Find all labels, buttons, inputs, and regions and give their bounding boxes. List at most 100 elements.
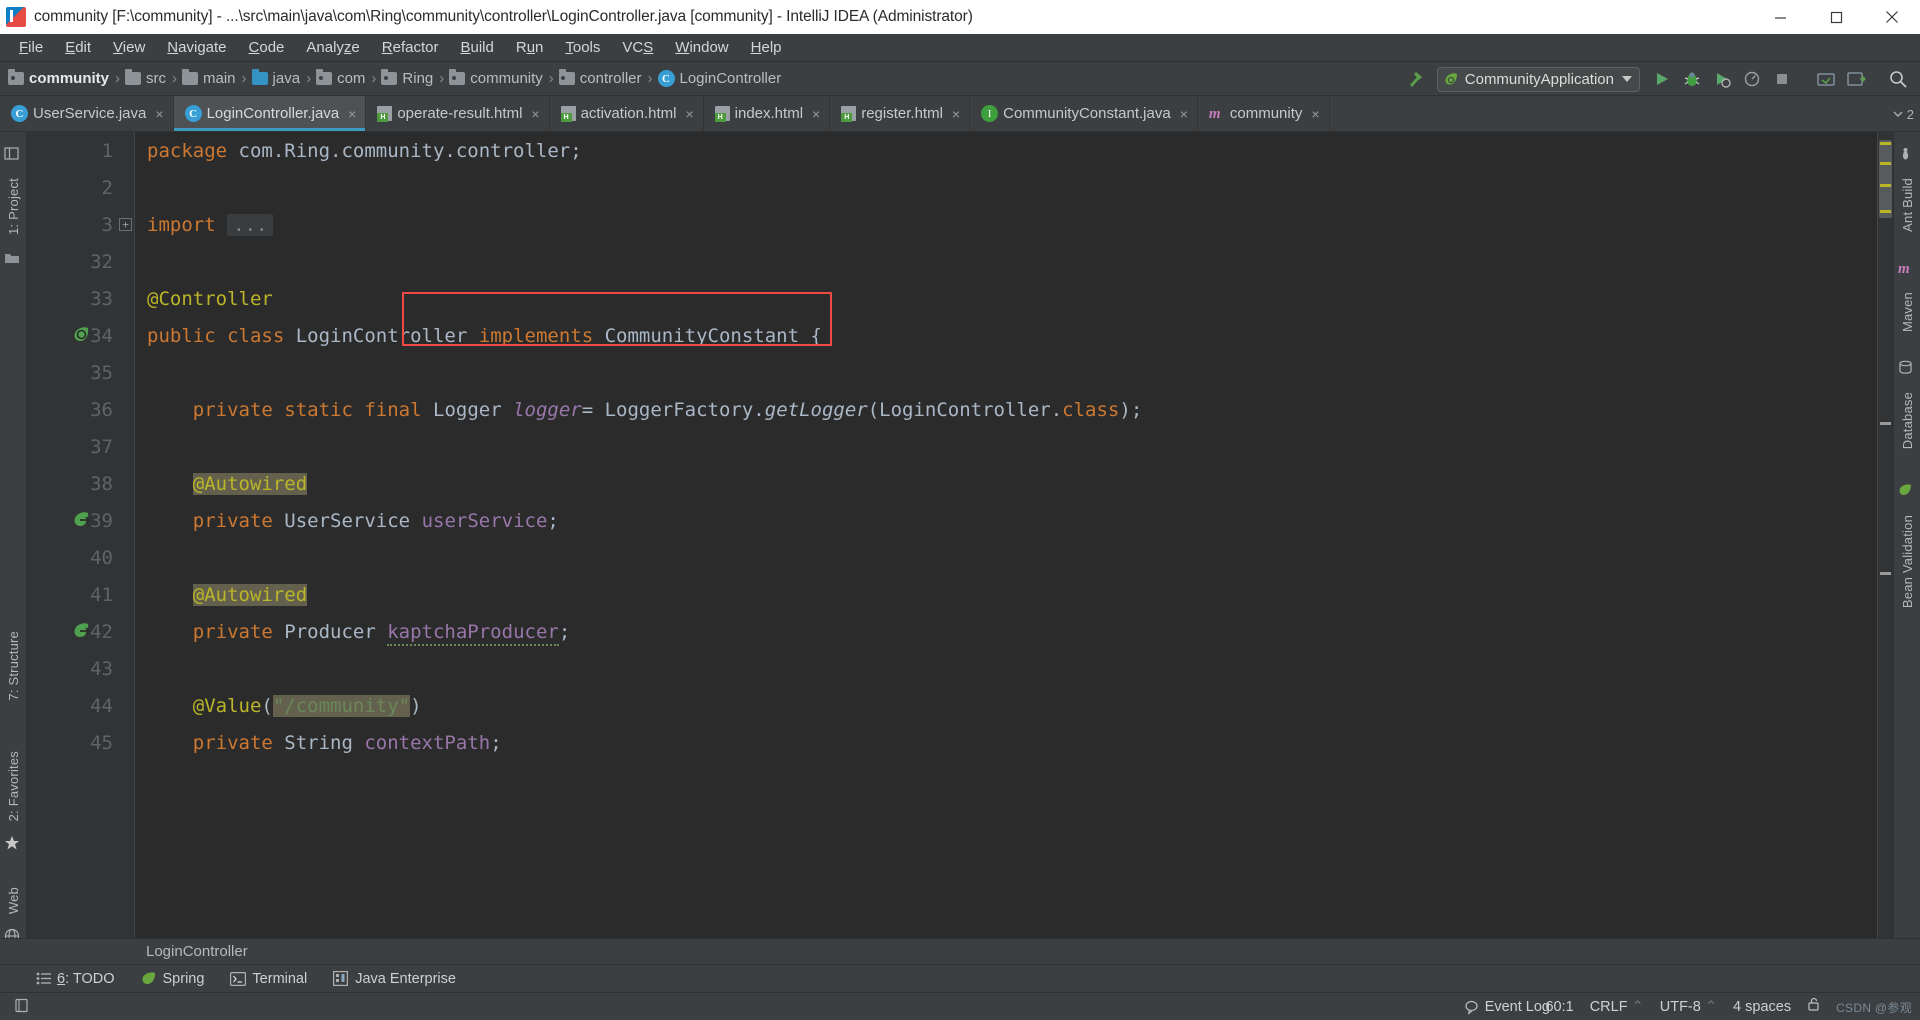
close-icon[interactable]: × — [1180, 107, 1188, 121]
sidebar-item-bean-validation[interactable]: Bean Validation — [1898, 509, 1917, 614]
code-editor[interactable]: 1 package com.Ring.community.controller; 2… — [27, 132, 1877, 964]
breadcrumb-item-src[interactable]: src — [125, 69, 166, 87]
menu-item-file[interactable]: File — [8, 36, 54, 59]
breadcrumb-item-controller[interactable]: controller — [558, 69, 642, 87]
code-line[interactable]: 32 — [90, 243, 1877, 280]
sidebar-item-ant-build[interactable]: Ant Build — [1898, 172, 1917, 238]
line-separator[interactable]: CRLF ⌃ — [1590, 999, 1644, 1015]
code-line[interactable]: 40 — [90, 539, 1877, 576]
coverage-icon[interactable] — [1708, 65, 1736, 93]
ant-icon[interactable] — [1898, 146, 1916, 164]
show-toolwindow-bars-icon[interactable] — [14, 998, 32, 1016]
bottom-bar-item-spring[interactable]: Spring — [141, 971, 204, 987]
menu-item-tools[interactable]: Tools — [554, 36, 611, 59]
folder-icon[interactable] — [4, 251, 22, 269]
breadcrumb-item-ring[interactable]: Ring — [381, 69, 433, 87]
breadcrumb-item-logincontroller[interactable]: C LoginController — [657, 70, 781, 87]
tab-community[interactable]: m community × — [1197, 96, 1330, 131]
breadcrumb-item-java[interactable]: java — [251, 69, 300, 87]
menu-item-refactor[interactable]: Refactor — [371, 36, 450, 59]
code-line[interactable]: 43 — [90, 650, 1877, 687]
code-line[interactable]: 42 private Producer kaptchaProducer; — [74, 613, 1877, 650]
vertical-scroll-thumb[interactable] — [1879, 140, 1892, 218]
vcs-commit-icon[interactable] — [1842, 65, 1870, 93]
menu-item-edit[interactable]: Edit — [54, 36, 102, 59]
tab-register-html[interactable]: register.html × — [830, 96, 971, 131]
event-log-button[interactable]: Event Log — [1464, 993, 1550, 1020]
vcs-update-icon[interactable] — [1812, 65, 1840, 93]
code-line[interactable]: 3 + import ... — [102, 206, 1877, 243]
menu-item-vcs[interactable]: VCS — [611, 36, 664, 59]
tab-logincontroller-java[interactable]: C LoginController.java × — [173, 96, 367, 131]
menu-item-analyze[interactable]: Analyze — [295, 36, 370, 59]
close-icon[interactable]: × — [685, 107, 693, 121]
run-configuration-selector[interactable]: CommunityApplication — [1436, 66, 1640, 92]
tab-operate-result-html[interactable]: operate-result.html × — [366, 96, 550, 131]
stripe-marker[interactable] — [1880, 142, 1891, 145]
tab-userservice-java[interactable]: C UserService.java × — [0, 96, 174, 131]
indent-setting[interactable]: 4 spaces — [1733, 999, 1791, 1015]
tab-activation-html[interactable]: activation.html × — [549, 96, 704, 131]
menu-item-build[interactable]: Build — [449, 36, 504, 59]
file-encoding[interactable]: UTF-8 ⌃ — [1660, 999, 1717, 1015]
code-lines[interactable]: 1 package com.Ring.community.controller; 2… — [74, 132, 1877, 964]
stripe-marker[interactable] — [1880, 422, 1891, 425]
stop-icon[interactable] — [1768, 65, 1796, 93]
bean-marker-icon[interactable] — [71, 510, 93, 532]
search-icon[interactable] — [1884, 65, 1912, 93]
database-icon[interactable] — [1898, 360, 1916, 378]
sidebar-item-web[interactable]: Web — [4, 881, 23, 920]
stripe-marker[interactable] — [1880, 162, 1891, 165]
chevron-down-icon[interactable] — [1622, 76, 1632, 82]
code-line[interactable]: 45 private String contextPath; — [90, 724, 1877, 761]
close-icon[interactable]: × — [348, 107, 356, 121]
menu-item-navigate[interactable]: Navigate — [156, 36, 237, 59]
breadcrumb-item-community[interactable]: community — [8, 69, 109, 87]
menu-item-view[interactable]: View — [102, 36, 156, 59]
close-icon[interactable]: × — [531, 107, 539, 121]
close-icon[interactable] — [1864, 0, 1920, 34]
editor-breadcrumb-label[interactable]: LoginController — [146, 943, 248, 960]
code-line[interactable]: 35 — [90, 354, 1877, 391]
code-line[interactable]: 36 private static final Logger logger= L… — [90, 391, 1877, 428]
close-icon[interactable]: × — [155, 107, 163, 121]
code-line[interactable]: 41 @Autowired — [90, 576, 1877, 613]
hammer-icon[interactable] — [1401, 65, 1429, 93]
breadcrumb-item-community[interactable]: community — [449, 69, 543, 87]
sidebar-item-database[interactable]: Database — [1898, 386, 1917, 455]
minimize-icon[interactable] — [1752, 0, 1808, 34]
bean-validation-icon[interactable] — [1898, 483, 1916, 501]
code-line[interactable]: 44 @Value("/community") — [90, 687, 1877, 724]
error-stripe-marker-bar[interactable] — [1877, 132, 1893, 964]
menu-item-run[interactable]: Run — [505, 36, 555, 59]
bottom-bar-item-6--todo[interactable]: 6: TODO — [36, 971, 115, 987]
project-structure-icon[interactable] — [4, 146, 22, 164]
stripe-marker[interactable] — [1880, 572, 1891, 575]
tab-index-html[interactable]: index.html × — [703, 96, 831, 131]
code-line[interactable]: 39 private UserService userService; — [74, 502, 1877, 539]
sidebar-item-structure[interactable]: 7: Structure — [4, 625, 23, 707]
sidebar-item-maven[interactable]: Maven — [1898, 286, 1917, 338]
stripe-marker[interactable] — [1880, 184, 1891, 187]
breadcrumb-item-com[interactable]: com — [316, 69, 365, 87]
sidebar-item-project[interactable]: 1: Project — [4, 172, 23, 241]
tab-communityconstant-java[interactable]: I CommunityConstant.java × — [970, 96, 1198, 131]
breadcrumb-item-main[interactable]: main — [182, 69, 236, 87]
menu-item-window[interactable]: Window — [664, 36, 739, 59]
code-line[interactable]: 38 @Autowired — [90, 465, 1877, 502]
code-line[interactable]: 33 @Controller — [90, 280, 1877, 317]
menu-item-help[interactable]: Help — [740, 36, 793, 59]
fold-toggle-icon[interactable]: + — [119, 218, 132, 231]
profiler-icon[interactable] — [1738, 65, 1766, 93]
close-icon[interactable]: × — [812, 107, 820, 121]
class-marker-icon[interactable] — [71, 325, 93, 347]
bottom-bar-item-terminal[interactable]: Terminal — [230, 971, 307, 987]
menu-item-code[interactable]: Code — [238, 36, 296, 59]
stripe-marker[interactable] — [1880, 210, 1891, 213]
close-icon[interactable]: × — [1311, 107, 1319, 121]
code-line[interactable]: 37 — [90, 428, 1877, 465]
code-line[interactable]: 1 package com.Ring.community.controller; — [102, 132, 1877, 169]
code-line[interactable]: 34 public class LoginController implement… — [74, 317, 1877, 354]
code-line[interactable]: 2 — [102, 169, 1877, 206]
debug-icon[interactable] — [1678, 65, 1706, 93]
